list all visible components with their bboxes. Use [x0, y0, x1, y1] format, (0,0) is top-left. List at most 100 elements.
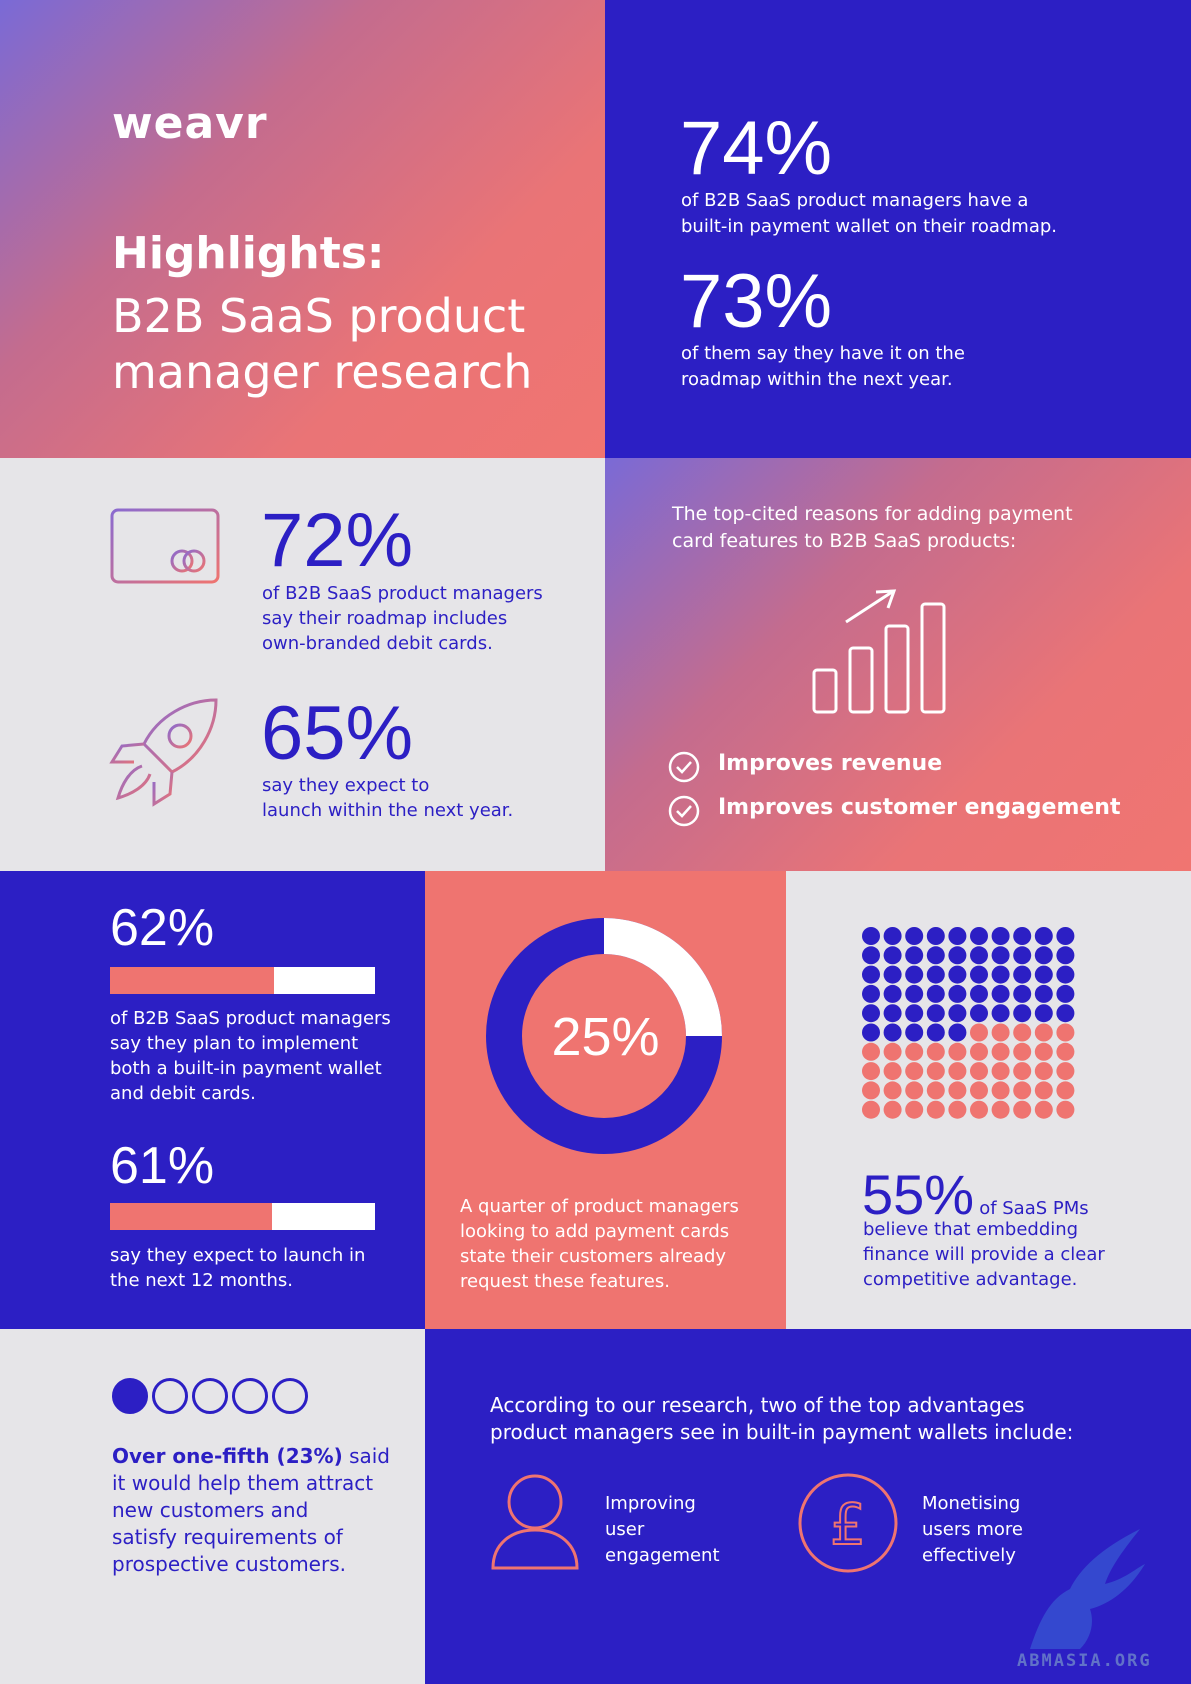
advantages-panel: According to our research, two of the to… — [425, 1329, 1191, 1684]
stat-62-text: of B2B SaaS product managers say they pl… — [110, 1006, 391, 1106]
waffle-dot-highlighted — [1056, 927, 1075, 945]
waffle-dot-highlighted — [1013, 984, 1032, 1003]
reasons-intro: The top-cited reasons for adding payment… — [672, 501, 1073, 555]
waffle-dot-highlighted — [948, 984, 967, 1003]
fifth-line-3: new customers and — [112, 1498, 309, 1522]
stat-73-text: of them say they have it on the roadmap … — [681, 341, 965, 393]
stat-72-line-1: of B2B SaaS product managers — [262, 583, 543, 604]
waffle-line-2: finance will provide a clear — [863, 1244, 1105, 1265]
stat-62-bar-fill — [110, 967, 275, 994]
reasons-panel: The top-cited reasons for adding payment… — [605, 458, 1191, 871]
waffle-panel: 55% of SaaS PMs believe that embedding f… — [786, 871, 1191, 1329]
waffle-dot — [883, 1081, 902, 1100]
waffle-dot — [926, 1081, 945, 1100]
waffle-dot — [905, 1081, 924, 1100]
stat-65-line-1: say they expect to — [262, 775, 430, 796]
stat-73-line-1: of them say they have it on the — [681, 343, 965, 364]
wallet-stats-panel: 74% of B2B SaaS product managers have a … — [605, 0, 1191, 458]
waffle-dot-highlighted — [883, 927, 902, 945]
waffle-dot — [883, 1042, 902, 1061]
griffin-watermark-icon — [1030, 1529, 1145, 1649]
waffle-dot — [1056, 1062, 1075, 1081]
pound-icon: £ — [798, 1473, 898, 1573]
waffle-dot-highlighted — [905, 1023, 924, 1042]
advantages-intro-line-1: According to our research, two of the to… — [490, 1393, 1025, 1417]
waffle-dot — [948, 1062, 967, 1081]
donut-panel: 25% A quarter of product managers lookin… — [425, 871, 786, 1329]
waffle-dot-highlighted — [991, 984, 1010, 1003]
waffle-dot — [1034, 1062, 1053, 1081]
donut-line-4: request these features. — [460, 1271, 670, 1292]
fifth-line-1: Over one-fifth (23%) said — [112, 1443, 402, 1470]
waffle-dot-highlighted — [970, 1004, 988, 1023]
advantage-engagement: Improving user engagement — [605, 1491, 720, 1569]
reasons-intro-line-1: The top-cited reasons for adding payment — [672, 503, 1073, 525]
stat-65-text: say they expect to launch within the nex… — [262, 773, 513, 823]
fifth-bold: Over one-fifth (23%) — [112, 1444, 343, 1468]
waffle-dot-highlighted — [1034, 965, 1053, 984]
reasons-intro-line-2: card features to B2B SaaS products: — [672, 530, 1017, 552]
waffle-dot-highlighted — [862, 965, 880, 984]
donut-line-1: A quarter of product managers — [460, 1196, 739, 1217]
donut-value: 25% — [551, 1007, 660, 1067]
waffle-dot — [926, 1100, 945, 1119]
waffle-dot-highlighted — [1013, 927, 1032, 945]
stat-62-line-4: and debit cards. — [110, 1083, 256, 1104]
waffle-dot — [1013, 1023, 1032, 1042]
waffle-dot-highlighted — [862, 946, 880, 965]
waffle-dot — [1056, 1042, 1075, 1061]
advantage-2-line-3: effectively — [922, 1545, 1016, 1566]
waffle-dot-highlighted — [1034, 1004, 1053, 1023]
advantage-2-line-2: users more — [922, 1519, 1023, 1540]
waffle-dot-highlighted — [1034, 984, 1053, 1003]
svg-text:£: £ — [830, 1493, 866, 1558]
user-icon — [491, 1474, 579, 1570]
stat-74-text: of B2B SaaS product managers have a buil… — [681, 188, 1057, 240]
stat-74-line-2: built-in payment wallet on their roadmap… — [681, 216, 1058, 237]
advantage-monetising: Monetising users more effectively — [922, 1491, 1023, 1569]
waffle-dot — [948, 1042, 967, 1061]
stat-62-value: 62% — [110, 899, 215, 957]
rating-dot-empty — [152, 1378, 188, 1414]
stat-62-bar — [110, 967, 375, 994]
waffle-dot-highlighted — [970, 965, 988, 984]
waffle-dot — [1056, 1081, 1075, 1100]
waffle-line-1: believe that embedding — [863, 1219, 1079, 1240]
fifth-line-5: prospective customers. — [112, 1552, 346, 1576]
advantage-1-line-2: user — [605, 1519, 645, 1540]
stat-65-line-2: launch within the next year. — [262, 800, 514, 821]
waffle-dot — [883, 1062, 902, 1081]
waffle-dot-highlighted — [991, 965, 1010, 984]
rating-dot-empty — [232, 1378, 268, 1414]
donut-text: A quarter of product managers looking to… — [460, 1194, 739, 1294]
waffle-dot-highlighted — [926, 1023, 945, 1042]
waffle-dot — [883, 1100, 902, 1119]
waffle-dot — [1013, 1042, 1032, 1061]
waffle-dot-highlighted — [948, 1023, 967, 1042]
waffle-dot-highlighted — [1034, 927, 1053, 945]
waffle-dot-highlighted — [948, 927, 967, 945]
waffle-dot-highlighted — [1056, 965, 1075, 984]
waffle-dot-highlighted — [862, 1023, 880, 1042]
fifth-panel: Over one-fifth (23%) said it would help … — [0, 1329, 425, 1684]
waffle-dot-highlighted — [862, 927, 880, 945]
stat-72-line-2: say their roadmap includes — [262, 608, 508, 629]
waffle-dot — [970, 1042, 988, 1061]
reason-revenue: Improves revenue — [718, 751, 943, 776]
waffle-dot-highlighted — [905, 1004, 924, 1023]
waffle-dot-highlighted — [905, 965, 924, 984]
waffle-dot — [1056, 1100, 1075, 1119]
waffle-text: believe that embedding finance will prov… — [863, 1217, 1105, 1292]
waffle-dot — [1034, 1023, 1053, 1042]
waffle-dot — [1013, 1100, 1032, 1119]
waffle-dot-highlighted — [991, 946, 1010, 965]
waffle-dot-highlighted — [1013, 965, 1032, 984]
waffle-dot — [991, 1023, 1010, 1042]
waffle-dot — [970, 1062, 988, 1081]
waffle-dot-highlighted — [1056, 946, 1075, 965]
waffle-dot — [948, 1100, 967, 1119]
waffle-dot-highlighted — [948, 965, 967, 984]
stat-72-value: 72% — [261, 498, 414, 583]
bar-chart-growth-icon — [812, 589, 946, 714]
waffle-dot-highlighted — [862, 1004, 880, 1023]
